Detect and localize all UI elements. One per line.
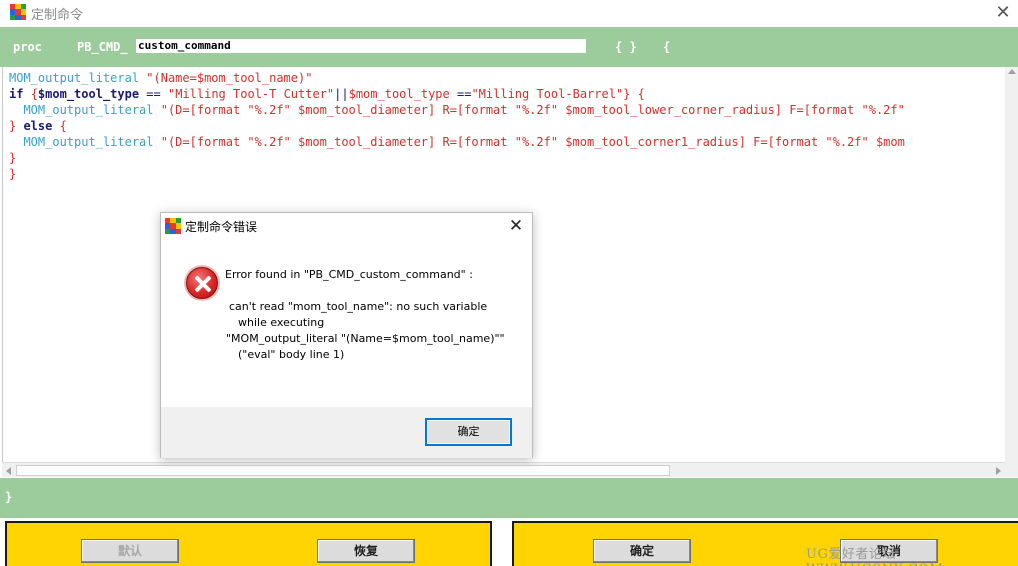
code-token: MOM_output_literal [9, 135, 161, 149]
code-token: == [139, 87, 168, 101]
command-prefix: PB_CMD_ [77, 40, 128, 54]
vertical-scrollbar[interactable] [1005, 67, 1018, 462]
closing-brace: } [5, 490, 13, 504]
code-token: } [9, 151, 17, 165]
error-heading: Error found in "PB_CMD_custom_command" : [225, 268, 473, 281]
error-icon [186, 267, 218, 299]
proc-header: proc PB_CMD_ { } { [0, 27, 1018, 67]
scroll-up-icon[interactable] [1008, 69, 1016, 74]
error-dialog: 定制命令错误 ✕ Error found in "PB_CMD_custom_c… [160, 212, 533, 458]
code-line[interactable]: MOM_output_literal "(D=[format "%.2f" $m… [9, 134, 905, 150]
code-token: == [449, 87, 472, 101]
args-braces: { } [615, 40, 637, 54]
close-icon[interactable]: ✕ [992, 1, 1014, 23]
code-token: "(Name=$mom_tool_name)" [146, 71, 313, 85]
code-line[interactable]: } [9, 166, 16, 182]
horizontal-scrollbar[interactable] [2, 462, 1005, 477]
title-bar: 定制命令 ✕ [0, 0, 1018, 27]
code-token: MOM_output_literal [9, 71, 147, 85]
code-token: { [30, 87, 38, 101]
scroll-corner [1005, 462, 1018, 477]
dialog-ok-button[interactable]: 确定 [425, 418, 512, 446]
code-token: "(D=[format "%.2f" $mom_tool_diameter] R… [160, 103, 905, 117]
scrollbar-thumb[interactable] [16, 465, 670, 476]
code-token: } [9, 167, 17, 181]
closing-brace-bar: } [0, 478, 1018, 518]
code-token: "(D=[format "%.2f" $mom_tool_diameter] R… [160, 135, 905, 149]
code-line[interactable]: MOM_output_literal "(Name=$mom_tool_name… [9, 70, 312, 86]
code-token: "Milling Tool-Barrel" [471, 87, 624, 101]
default-button[interactable]: 默认 [81, 539, 179, 563]
command-name-input[interactable] [136, 39, 586, 53]
code-token: MOM_output_literal [9, 103, 161, 117]
open-brace: { [663, 40, 671, 54]
watermark: UG爱好者论坛 WWW.UGSNX.COM [806, 547, 943, 566]
code-token: || [334, 87, 349, 101]
code-token: $mom_tool_type [37, 87, 140, 101]
error-context: while executing [238, 316, 325, 329]
dialog-close-icon[interactable]: ✕ [505, 215, 527, 237]
proc-keyword: proc [13, 40, 42, 54]
code-token: else [23, 119, 60, 133]
error-detail: can't read "mom_tool_name": no such vari… [229, 300, 488, 313]
restore-button[interactable]: 恢复 [317, 539, 415, 563]
scroll-right-icon[interactable] [996, 467, 1001, 475]
code-line[interactable]: } else { [9, 118, 67, 134]
dialog-footer: 确定 [161, 407, 532, 458]
scroll-left-icon[interactable] [6, 467, 11, 475]
dialog-title: 定制命令错误 [185, 220, 258, 234]
code-token: } [9, 119, 24, 133]
error-location: ("eval" body line 1) [238, 348, 345, 361]
app-icon [10, 4, 26, 20]
ok-button[interactable]: 确定 [593, 539, 691, 563]
left-button-panel: 默认 恢复 [5, 521, 492, 566]
code-token: { [59, 119, 67, 133]
code-token: "Milling Tool-T Cutter" [167, 87, 335, 101]
code-token: if [9, 87, 31, 101]
code-line[interactable]: MOM_output_literal "(D=[format "%.2f" $m… [9, 102, 905, 118]
dialog-app-icon [165, 218, 181, 234]
code-line[interactable]: } [9, 150, 16, 166]
code-token: } { [623, 87, 645, 101]
error-command: "MOM_output_literal "(Name=$mom_tool_nam… [226, 332, 505, 345]
window-title: 定制命令 [31, 8, 84, 23]
code-token: $mom_tool_type [348, 87, 450, 101]
code-line[interactable]: if {$mom_tool_type == "Milling Tool-T Cu… [9, 86, 645, 102]
